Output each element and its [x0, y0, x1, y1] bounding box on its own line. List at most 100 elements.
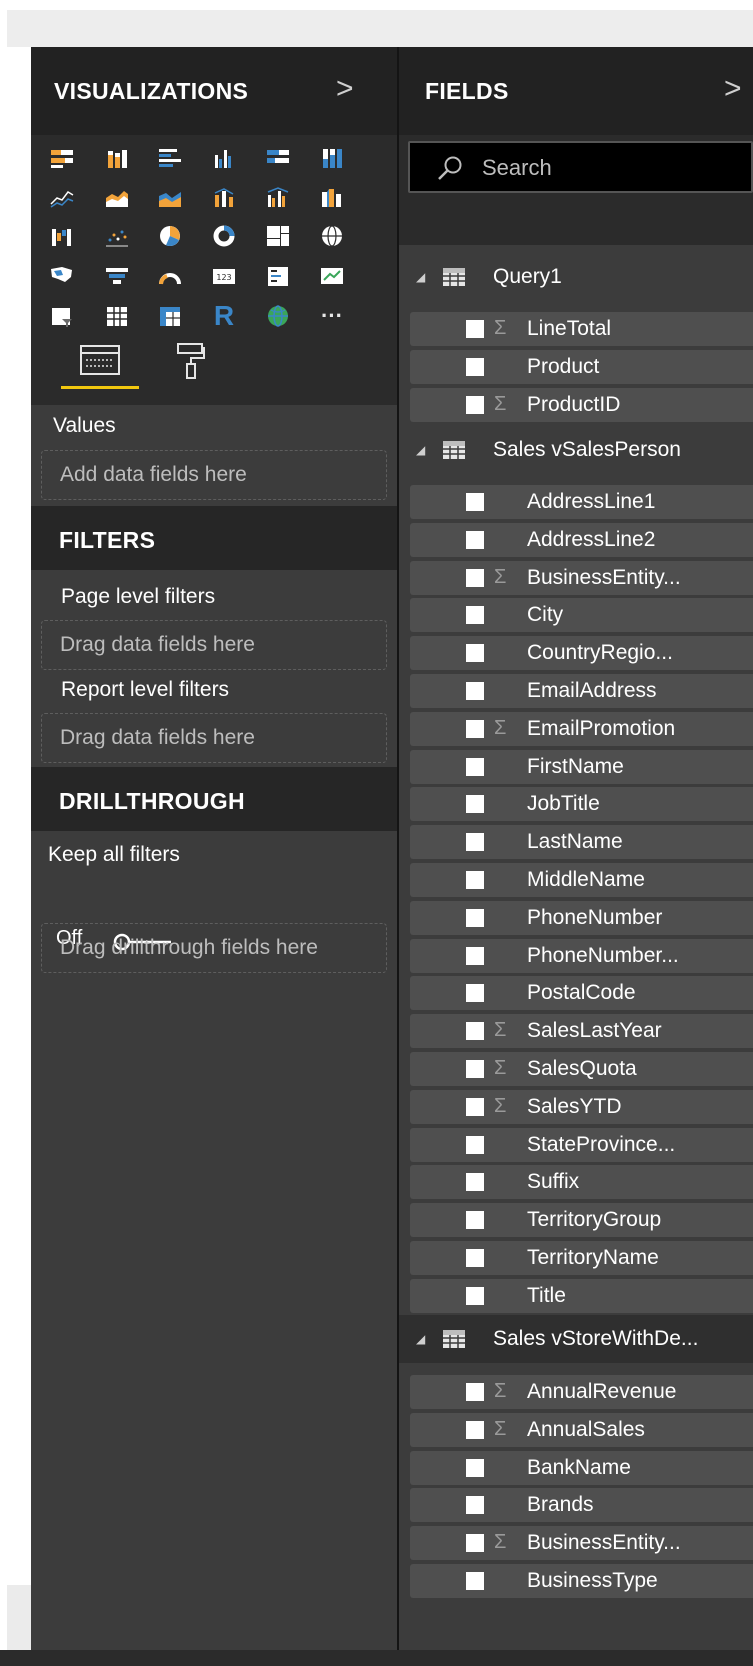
filled-map-icon[interactable] [49, 263, 75, 289]
funnel-icon[interactable] [104, 263, 130, 289]
line-chart-icon[interactable] [49, 184, 75, 210]
expand-triangle-icon[interactable]: ◢ [416, 270, 425, 284]
clustered-column-chart-icon[interactable] [211, 145, 237, 171]
treemap-icon[interactable] [265, 223, 291, 249]
field-row[interactable]: Σ EmailPromotion [410, 711, 753, 746]
field-row[interactable]: Σ LineTotal [410, 312, 753, 346]
field-checkbox[interactable] [466, 719, 484, 738]
gauge-icon[interactable] [157, 263, 183, 289]
field-checkbox[interactable] [466, 1420, 484, 1439]
field-row[interactable]: Σ SalesYTD [410, 1089, 753, 1124]
expand-triangle-icon[interactable]: ◢ [416, 1332, 425, 1346]
field-checkbox[interactable] [466, 530, 484, 549]
field-checkbox[interactable] [466, 644, 484, 663]
field-row[interactable]: MiddleName [410, 863, 753, 897]
field-row[interactable]: TerritoryGroup [410, 1203, 753, 1238]
stacked-bar-chart-icon[interactable] [49, 145, 75, 171]
field-checkbox[interactable] [466, 1060, 484, 1078]
field-row[interactable]: BankName [410, 1450, 753, 1485]
line-stacked-column-icon[interactable] [211, 184, 237, 210]
field-row[interactable]: Σ SalesLastYear [410, 1014, 753, 1049]
field-checkbox[interactable] [466, 568, 484, 587]
field-row[interactable]: PostalCode [410, 976, 753, 1011]
field-checkbox[interactable] [466, 395, 484, 414]
collapse-fields-button[interactable]: > [724, 72, 742, 106]
field-row[interactable]: AddressLine1 [410, 485, 753, 519]
more-visuals-icon[interactable]: ··· [319, 303, 345, 329]
field-row[interactable]: EmailAddress [410, 674, 753, 708]
clustered-bar-chart-icon[interactable] [157, 145, 183, 171]
field-row[interactable]: Product [410, 349, 753, 384]
field-checkbox[interactable] [466, 1097, 484, 1116]
field-checkbox[interactable] [466, 1249, 484, 1267]
field-checkbox[interactable] [466, 795, 484, 814]
field-checkbox[interactable] [466, 833, 484, 852]
field-checkbox[interactable] [466, 871, 484, 889]
field-checkbox[interactable] [466, 757, 484, 776]
stacked-area-chart-icon[interactable] [157, 184, 183, 210]
slicer-icon[interactable] [49, 303, 75, 329]
field-row[interactable]: CountryRegio... [410, 636, 753, 671]
page-filters-drop-zone[interactable]: Drag data fields here [41, 620, 387, 670]
field-row[interactable]: TerritoryName [410, 1241, 753, 1275]
drillthrough-drop-zone[interactable]: Drag drillthrough fields here [41, 923, 387, 973]
field-row[interactable]: LastName [410, 825, 753, 860]
kpi-icon[interactable] [319, 263, 345, 289]
field-checkbox[interactable] [466, 1135, 484, 1154]
report-filters-drop-zone[interactable]: Drag data fields here [41, 713, 387, 763]
table-header[interactable]: ◢ Query1 [399, 253, 753, 301]
100-stacked-column-chart-icon[interactable] [319, 145, 345, 171]
field-checkbox[interactable] [466, 357, 484, 376]
field-row[interactable]: Σ BusinessEntity... [410, 1526, 753, 1561]
table-icon[interactable] [104, 303, 130, 329]
values-drop-zone[interactable]: Add data fields here [41, 450, 387, 500]
field-checkbox[interactable] [466, 682, 484, 700]
field-checkbox[interactable] [466, 1173, 484, 1192]
field-checkbox[interactable] [466, 1458, 484, 1477]
card-icon[interactable]: 123 [211, 263, 237, 289]
field-checkbox[interactable] [466, 1496, 484, 1515]
100-stacked-bar-chart-icon[interactable] [265, 145, 291, 171]
field-row[interactable]: Σ AnnualSales [410, 1412, 753, 1447]
field-checkbox[interactable] [466, 946, 484, 965]
field-row[interactable]: Σ BusinessEntity... [410, 560, 753, 595]
stacked-column-chart-icon[interactable] [104, 145, 130, 171]
search-input[interactable]: Search [408, 141, 753, 193]
donut-chart-icon[interactable] [211, 223, 237, 249]
field-row[interactable]: FirstName [410, 749, 753, 784]
map-icon[interactable] [319, 223, 345, 249]
field-row[interactable]: City [410, 598, 753, 633]
field-checkbox[interactable] [466, 606, 484, 625]
field-checkbox[interactable] [466, 320, 484, 338]
table-header[interactable]: ◢ Sales vStoreWithDe... [399, 1315, 753, 1363]
field-row[interactable]: JobTitle [410, 787, 753, 822]
field-checkbox[interactable] [466, 984, 484, 1003]
field-checkbox[interactable] [466, 908, 484, 927]
matrix-icon[interactable] [157, 303, 183, 329]
field-row[interactable]: Title [410, 1278, 753, 1313]
expand-triangle-icon[interactable]: ◢ [416, 443, 425, 457]
field-checkbox[interactable] [466, 1211, 484, 1230]
line-clustered-column-icon[interactable] [265, 184, 291, 210]
field-checkbox[interactable] [466, 1572, 484, 1590]
field-checkbox[interactable] [466, 1022, 484, 1041]
tab-fields[interactable] [61, 333, 139, 389]
field-checkbox[interactable] [466, 1383, 484, 1401]
pie-chart-icon[interactable] [157, 223, 183, 249]
field-checkbox[interactable] [466, 1286, 484, 1305]
field-row[interactable]: Σ SalesQuota [410, 1052, 753, 1086]
field-row[interactable]: PhoneNumber [410, 900, 753, 935]
field-row[interactable]: Brands [410, 1488, 753, 1523]
area-chart-icon[interactable] [104, 184, 130, 210]
field-checkbox[interactable] [466, 1534, 484, 1553]
field-row[interactable]: Suffix [410, 1165, 753, 1200]
waterfall-chart-icon[interactable] [49, 223, 75, 249]
field-row[interactable]: BusinessType [410, 1564, 753, 1598]
collapse-visualizations-button[interactable]: > [336, 72, 354, 106]
table-header[interactable]: ◢ Sales vSalesPerson [399, 426, 753, 474]
ribbon-chart-icon[interactable] [319, 184, 345, 210]
r-visual-icon[interactable]: R [211, 300, 237, 331]
field-row[interactable]: Σ ProductID [410, 387, 753, 422]
field-row[interactable]: PhoneNumber... [410, 938, 753, 973]
field-row[interactable]: StateProvince... [410, 1127, 753, 1162]
